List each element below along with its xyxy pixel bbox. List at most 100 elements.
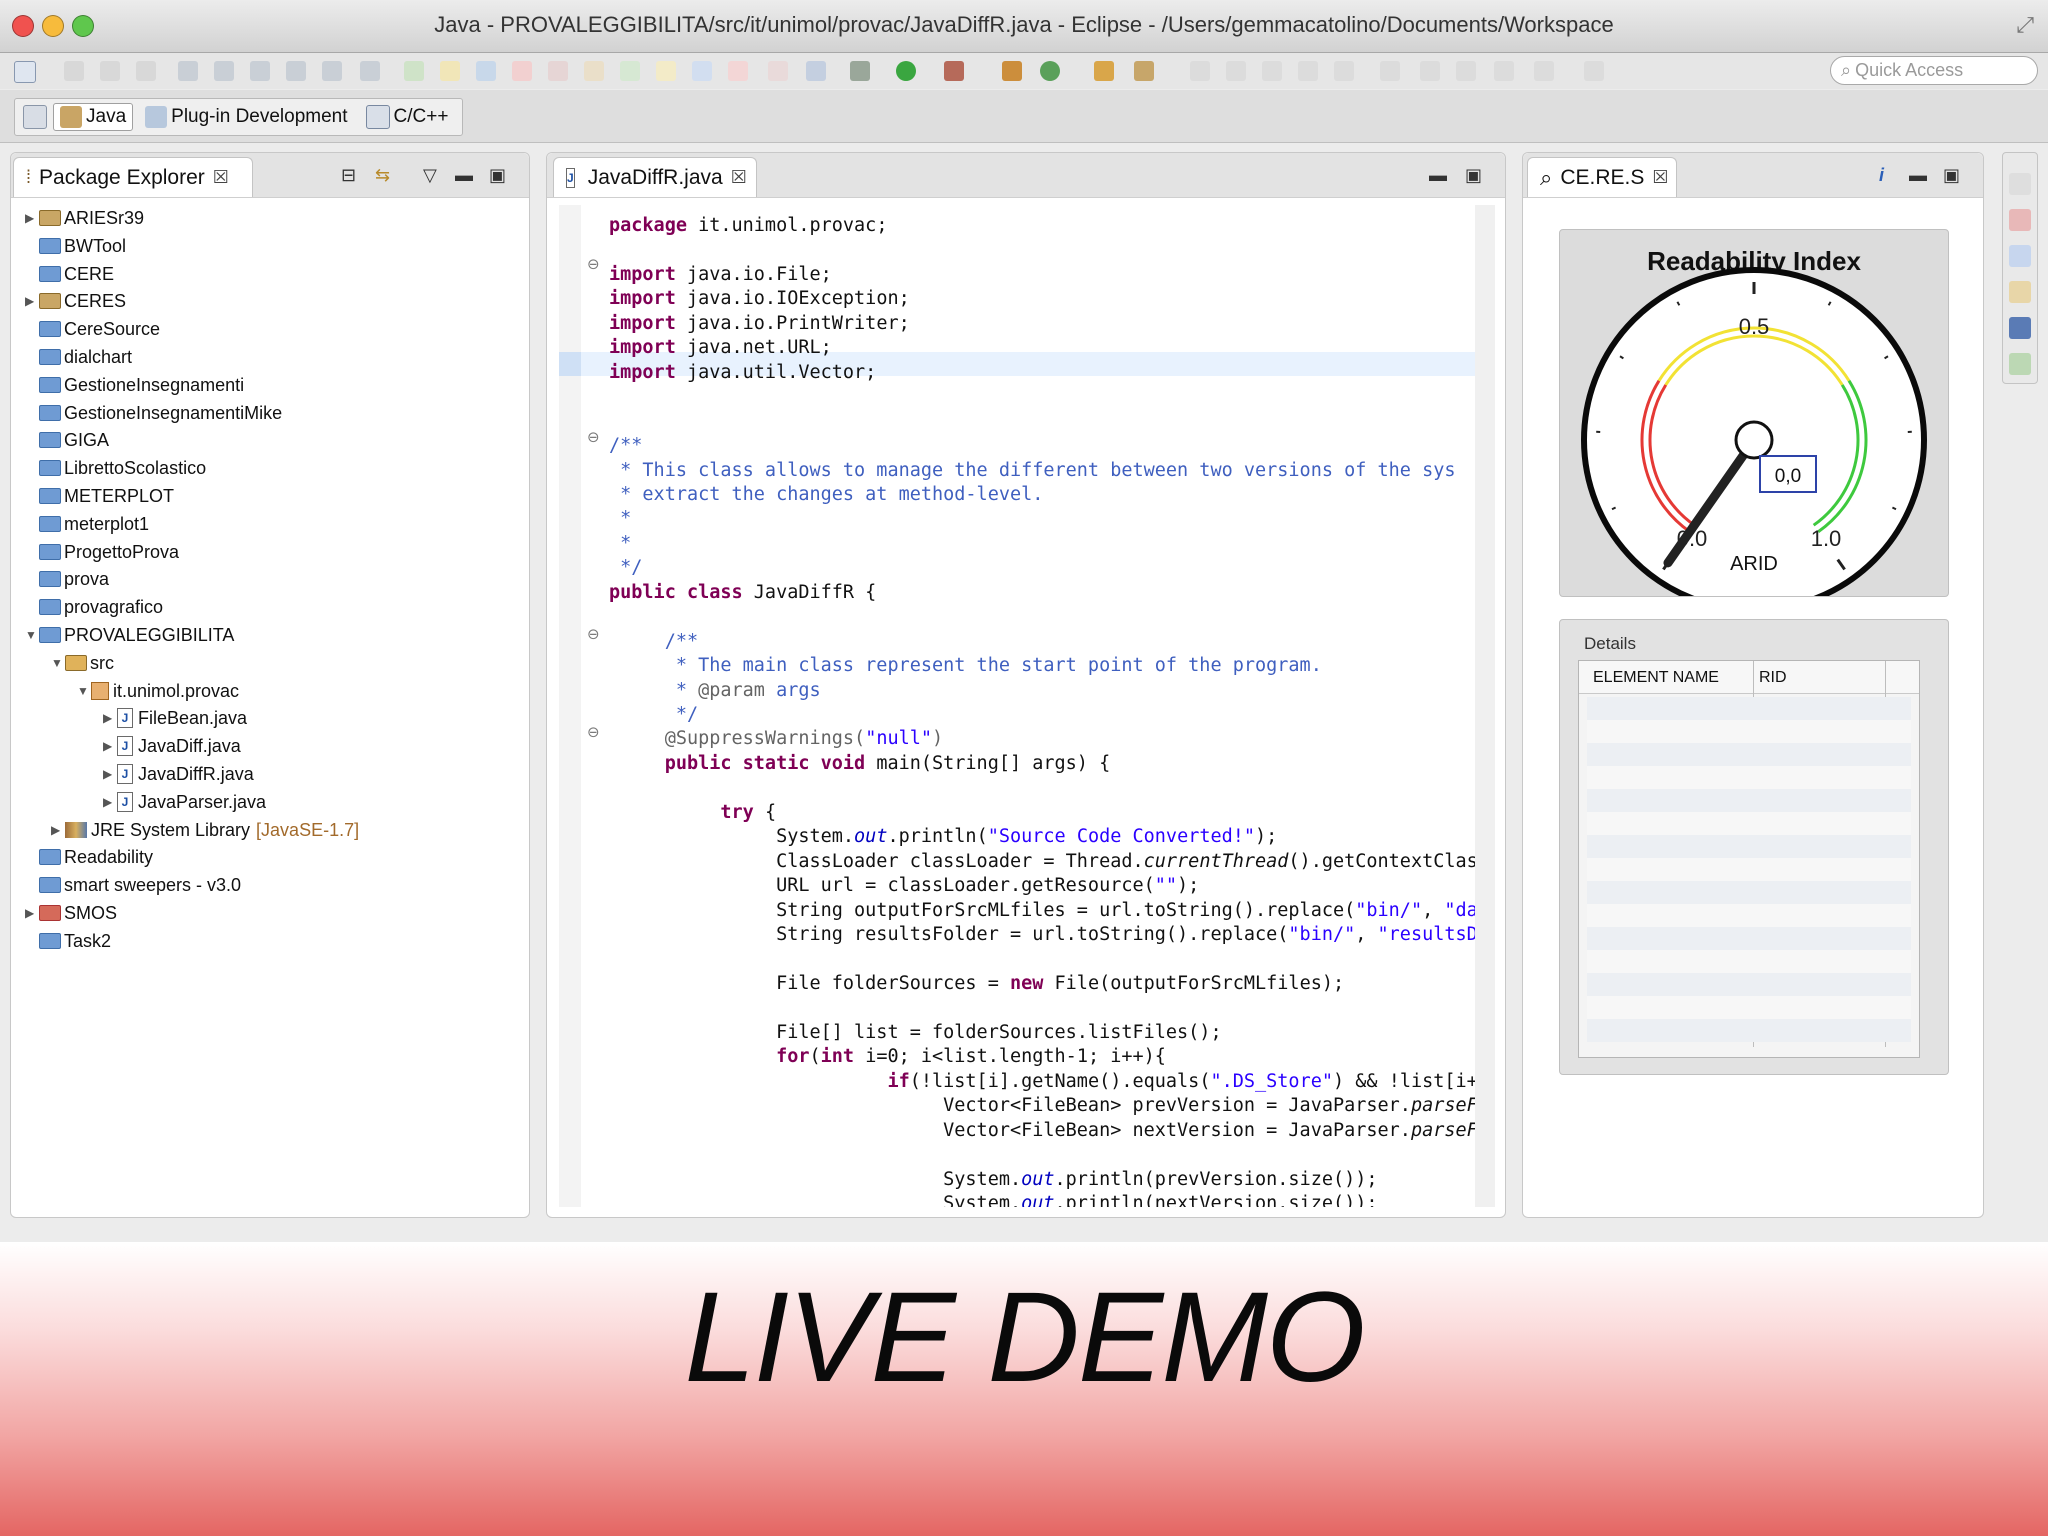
tree-item[interactable]: ▼ it.unimol.provac [77,678,239,704]
shape-icon[interactable] [548,61,568,81]
skip-breakpoints-icon[interactable] [806,61,826,81]
tab-javadiffr-java[interactable]: J JavaDiffR.java ☒ [553,157,757,197]
fullscreen-icon[interactable]: ⤢ [2016,12,2034,38]
print-icon[interactable] [136,61,156,81]
collapse-arrow-icon[interactable]: ▼ [77,678,91,704]
table-row[interactable] [1587,996,1911,1019]
table-row[interactable] [1587,697,1911,720]
tree-item[interactable]: BWTool [25,233,126,259]
table-row[interactable] [1587,789,1911,812]
back-icon[interactable] [1494,61,1514,81]
close-icon[interactable]: ☒ [731,167,747,188]
fold-toggle-icon[interactable]: ⊖ [587,625,600,643]
minimize-icon[interactable]: ▬ [1909,165,1927,186]
shape-icon[interactable] [476,61,496,81]
layout-icon[interactable] [178,61,198,81]
table-row[interactable] [1587,766,1911,789]
expand-arrow-icon[interactable]: ▶ [103,761,117,787]
table-row[interactable] [1587,835,1911,858]
tree-item[interactable]: CereSource [25,316,160,342]
tree-item[interactable]: GestioneInsegnamentiMike [25,400,282,426]
tree-item[interactable]: ▼ src [51,650,114,676]
column-header-element-name[interactable]: ELEMENT NAME [1593,665,1719,691]
table-row[interactable] [1587,881,1911,904]
new-icon[interactable] [14,61,36,83]
annotation-icon[interactable] [1190,61,1210,81]
fold-toggle-icon[interactable]: ⊖ [587,723,600,741]
layout-icon[interactable] [250,61,270,81]
minimize-icon[interactable]: ▬ [1429,165,1447,186]
shape-icon[interactable] [512,61,532,81]
tree-item[interactable]: ▶ ARIESr39 [25,205,144,231]
tree-item[interactable]: Readability [25,844,153,870]
layout-icon[interactable] [322,61,342,81]
close-icon[interactable]: ☒ [213,167,229,188]
shape-icon[interactable] [692,61,712,81]
layout-icon[interactable] [214,61,234,81]
tree-item[interactable]: ▶ J JavaParser.java [103,789,266,815]
table-row[interactable] [1587,720,1911,743]
collapse-arrow-icon[interactable]: ▼ [25,622,39,648]
tab-ceres[interactable]: ⌕ CE.RE.S ☒ [1527,157,1677,197]
fold-toggle-icon[interactable]: ⊖ [587,255,600,273]
open-perspective-icon[interactable] [23,105,47,129]
tree-item[interactable]: GestioneInsegnamenti [25,372,244,398]
table-row[interactable] [1587,973,1911,996]
forward-icon[interactable] [1534,61,1554,81]
perspective-plugin-development[interactable]: Plug-in Development [139,104,353,130]
tree-item[interactable]: LibrettoScolastico [25,455,206,481]
tree-item[interactable]: meterplot1 [25,511,149,537]
tree-item[interactable]: ▶ J FileBean.java [103,705,247,731]
layout-icon[interactable] [286,61,306,81]
table-row[interactable] [1587,812,1911,835]
annotation-icon[interactable] [1298,61,1318,81]
table-row[interactable] [1587,743,1911,766]
pin-icon[interactable] [1584,61,1604,81]
search-tool-icon[interactable] [1134,61,1154,81]
expand-arrow-icon[interactable]: ▶ [51,817,65,843]
tree-item[interactable]: ProgettoProva [25,539,179,565]
expand-arrow-icon[interactable]: ▶ [103,705,117,731]
annotation-icon[interactable] [1420,61,1440,81]
collapse-all-icon[interactable]: ⊟ [341,165,356,186]
column-header-rid[interactable]: RID [1759,665,1787,691]
new-java-class-icon[interactable] [1040,61,1060,81]
tree-item[interactable]: ▶ J JavaDiffR.java [103,761,254,787]
expand-arrow-icon[interactable]: ▶ [103,733,117,759]
progress-icon[interactable] [2009,353,2031,375]
console-icon[interactable] [2009,317,2031,339]
annotation-icon[interactable] [1380,61,1400,81]
link-with-editor-icon[interactable]: ⇆ [375,165,390,186]
table-row[interactable] [1587,950,1911,973]
shape-icon[interactable] [728,61,748,81]
table-row[interactable] [1587,927,1911,950]
expand-arrow-icon[interactable]: ▶ [25,288,39,314]
expand-arrow-icon[interactable]: ▶ [25,900,39,926]
tree-item[interactable]: dialchart [25,344,132,370]
problems-icon[interactable] [2009,209,2031,231]
tree-item[interactable]: ▼ PROVALEGGIBILITA [25,622,234,648]
tree-item[interactable]: METERPLOT [25,483,174,509]
perspective-java[interactable]: Java [53,103,134,131]
quick-access-input[interactable]: ⌕ Quick Access [1830,56,2038,85]
close-icon[interactable]: ☒ [1652,167,1668,188]
shape-icon[interactable] [584,61,604,81]
maximize-icon[interactable]: ▣ [1465,165,1482,186]
shape-icon[interactable] [620,61,640,81]
tree-item[interactable]: CERE [25,261,114,287]
new-class-icon[interactable] [1002,61,1022,81]
table-row[interactable] [1587,858,1911,881]
shape-icon[interactable] [404,61,424,81]
run-icon[interactable] [896,61,916,81]
layout-icon[interactable] [360,61,380,81]
tab-package-explorer[interactable]: ⁞ Package Explorer ☒ [13,157,253,197]
perspective-cpp[interactable]: C/C++ [360,103,455,131]
tree-item[interactable]: ▶ JRE System Library [JavaSE-1.7] [51,817,359,843]
maximize-icon[interactable]: ▣ [489,165,506,186]
back-icon[interactable] [1456,61,1476,81]
code-editor[interactable]: package it.unimol.provac; import java.io.… [609,205,1475,1207]
tree-item[interactable]: ▶ J JavaDiff.java [103,733,241,759]
tree-item[interactable]: smart sweepers - v3.0 [25,872,241,898]
info-icon[interactable]: i [1879,165,1884,186]
restore-icon[interactable] [2009,173,2031,195]
